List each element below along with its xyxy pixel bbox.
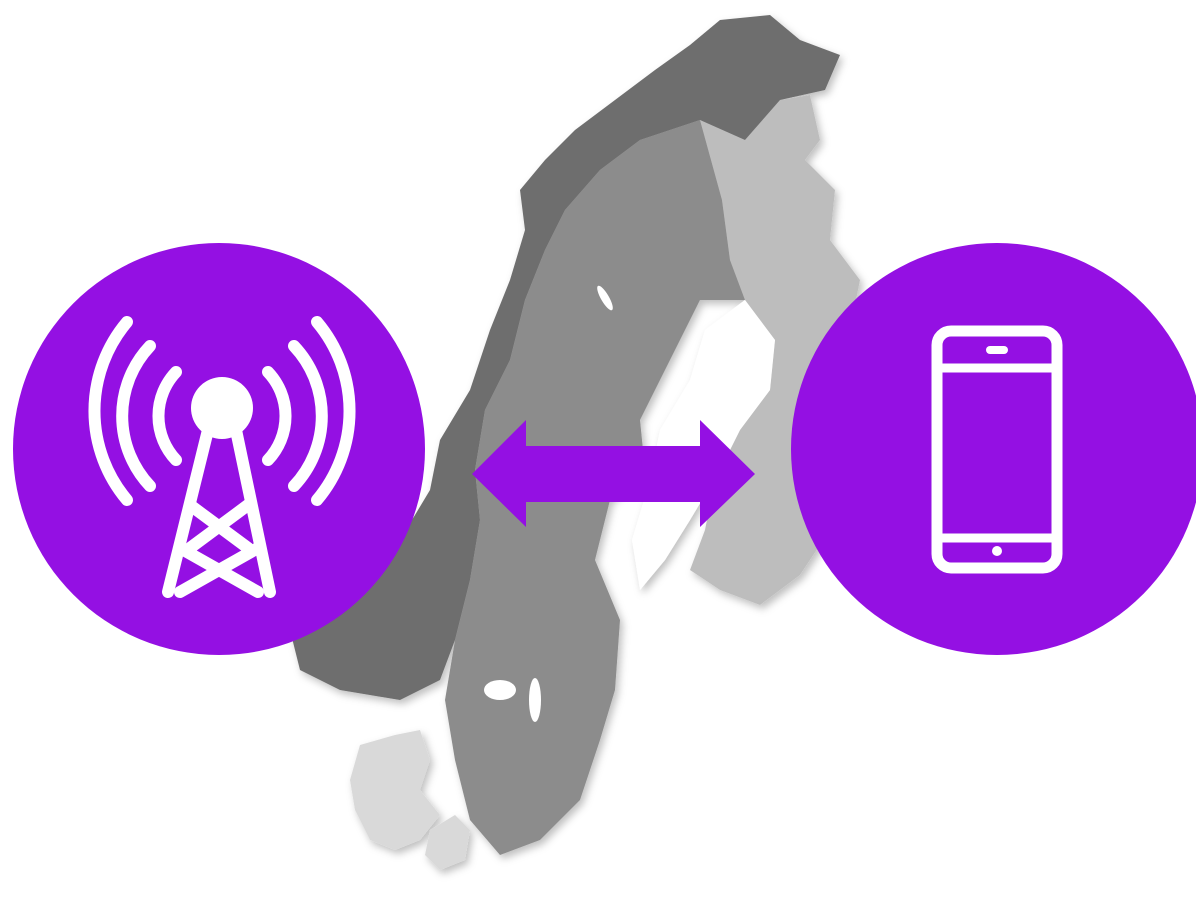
map-lake bbox=[484, 680, 516, 700]
right-node-circle bbox=[791, 243, 1196, 655]
cell-tower-antenna-icon bbox=[191, 377, 253, 439]
map-region-denmark bbox=[350, 730, 440, 850]
right-node bbox=[791, 243, 1196, 655]
diagram-canvas bbox=[13, 15, 1196, 870]
left-node-circle bbox=[13, 243, 425, 655]
map-lake bbox=[529, 678, 541, 722]
left-node bbox=[13, 243, 425, 655]
